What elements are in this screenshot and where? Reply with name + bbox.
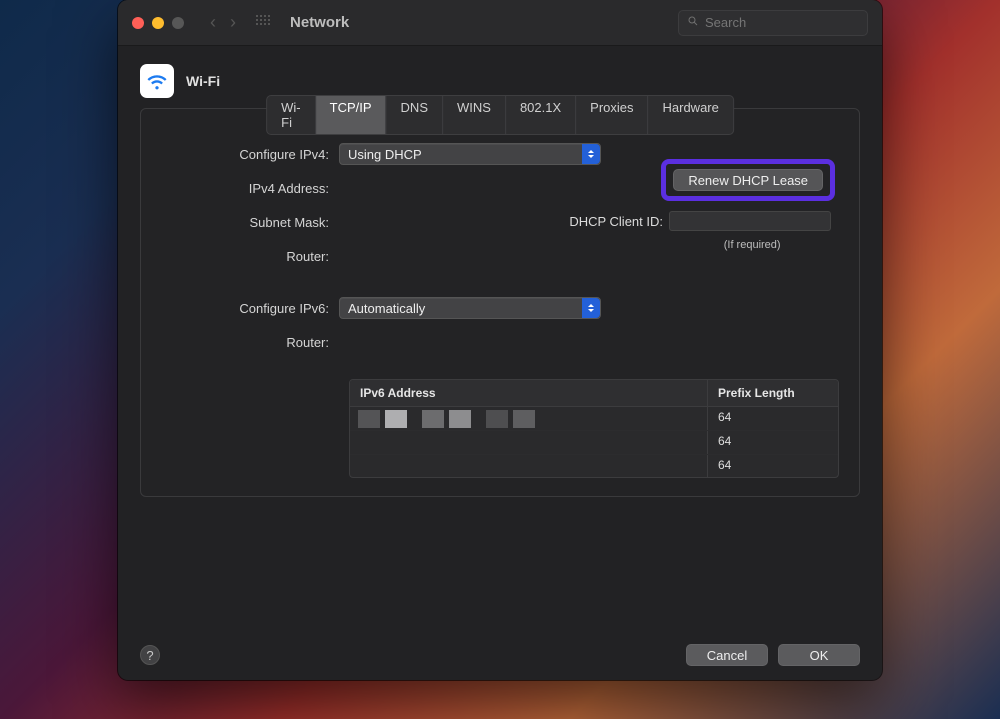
- select-arrows-icon: [582, 144, 600, 164]
- prefix-length-cell: 64: [708, 455, 838, 477]
- configure-ipv6-label: Configure IPv6:: [169, 301, 339, 316]
- ipv6-address-table: IPv6 Address Prefix Length 64 64: [349, 379, 839, 478]
- configure-ipv6-value: Automatically: [348, 301, 425, 316]
- search-input[interactable]: [705, 15, 859, 30]
- forward-button[interactable]: ›: [224, 10, 242, 35]
- tab-dns[interactable]: DNS: [387, 96, 443, 134]
- minimize-window-button[interactable]: [152, 17, 164, 29]
- subnet-mask-label: Subnet Mask:: [169, 215, 339, 230]
- tab-tcpip[interactable]: TCP/IP: [316, 96, 387, 134]
- window-controls: [132, 17, 184, 29]
- configure-ipv6-select[interactable]: Automatically: [339, 297, 601, 319]
- configure-ipv4-select[interactable]: Using DHCP: [339, 143, 601, 165]
- zoom-window-button[interactable]: [172, 17, 184, 29]
- ipv4-address-label: IPv4 Address:: [169, 181, 339, 196]
- dhcp-client-id-input[interactable]: [669, 211, 831, 231]
- cancel-button[interactable]: Cancel: [686, 644, 768, 666]
- table-row[interactable]: 64: [350, 455, 838, 477]
- interface-name: Wi-Fi: [186, 73, 220, 89]
- search-field[interactable]: [678, 10, 868, 36]
- if-required-hint: (If required): [673, 239, 831, 251]
- ipv4-router-label: Router:: [169, 249, 339, 264]
- interface-header: Wi-Fi: [140, 64, 860, 98]
- table-row[interactable]: 64: [350, 407, 838, 431]
- search-icon: [687, 15, 699, 30]
- configure-ipv4-value: Using DHCP: [348, 147, 422, 162]
- table-header-prefix[interactable]: Prefix Length: [708, 380, 838, 406]
- ipv6-router-label: Router:: [169, 335, 339, 350]
- close-window-button[interactable]: [132, 17, 144, 29]
- show-all-icon[interactable]: [256, 15, 272, 31]
- nav-buttons: ‹ ›: [204, 10, 242, 35]
- renew-dhcp-lease-button[interactable]: Renew DHCP Lease: [673, 169, 823, 191]
- wifi-icon: [140, 64, 174, 98]
- dhcp-side-panel: Renew DHCP Lease DHCP Client ID: (If req…: [673, 169, 831, 251]
- tcpip-panel: Configure IPv4: Using DHCP IPv4 Address:: [140, 108, 860, 497]
- select-arrows-icon: [582, 298, 600, 318]
- table-row[interactable]: 64: [350, 431, 838, 455]
- content-area: Wi-Fi Wi-FiTCP/IPDNSWINS802.1XProxiesHar…: [118, 46, 882, 680]
- prefix-length-cell: 64: [708, 407, 838, 430]
- titlebar: ‹ › Network: [118, 0, 882, 46]
- dhcp-client-id-label: DHCP Client ID:: [569, 214, 663, 229]
- settings-tabs: Wi-FiTCP/IPDNSWINS802.1XProxiesHardware: [266, 95, 734, 135]
- tab-wifi[interactable]: Wi-Fi: [267, 96, 316, 134]
- ok-button[interactable]: OK: [778, 644, 860, 666]
- window-title: Network: [290, 14, 349, 31]
- help-button[interactable]: ?: [140, 645, 160, 665]
- dialog-footer: ? Cancel OK: [140, 644, 860, 666]
- network-preferences-window: ‹ › Network Wi-Fi Wi-FiTCP/IPDNSWINS802: [118, 0, 882, 680]
- table-header-address[interactable]: IPv6 Address: [350, 380, 708, 406]
- prefix-length-cell: 64: [708, 431, 838, 454]
- ipv6-table-body: 64 64 64: [350, 407, 838, 477]
- tab-hardware[interactable]: Hardware: [649, 96, 733, 134]
- tab-wins[interactable]: WINS: [443, 96, 506, 134]
- tab-proxies[interactable]: Proxies: [576, 96, 648, 134]
- back-button[interactable]: ‹: [204, 10, 222, 35]
- configure-ipv4-label: Configure IPv4:: [169, 147, 339, 162]
- tab-8021x[interactable]: 802.1X: [506, 96, 576, 134]
